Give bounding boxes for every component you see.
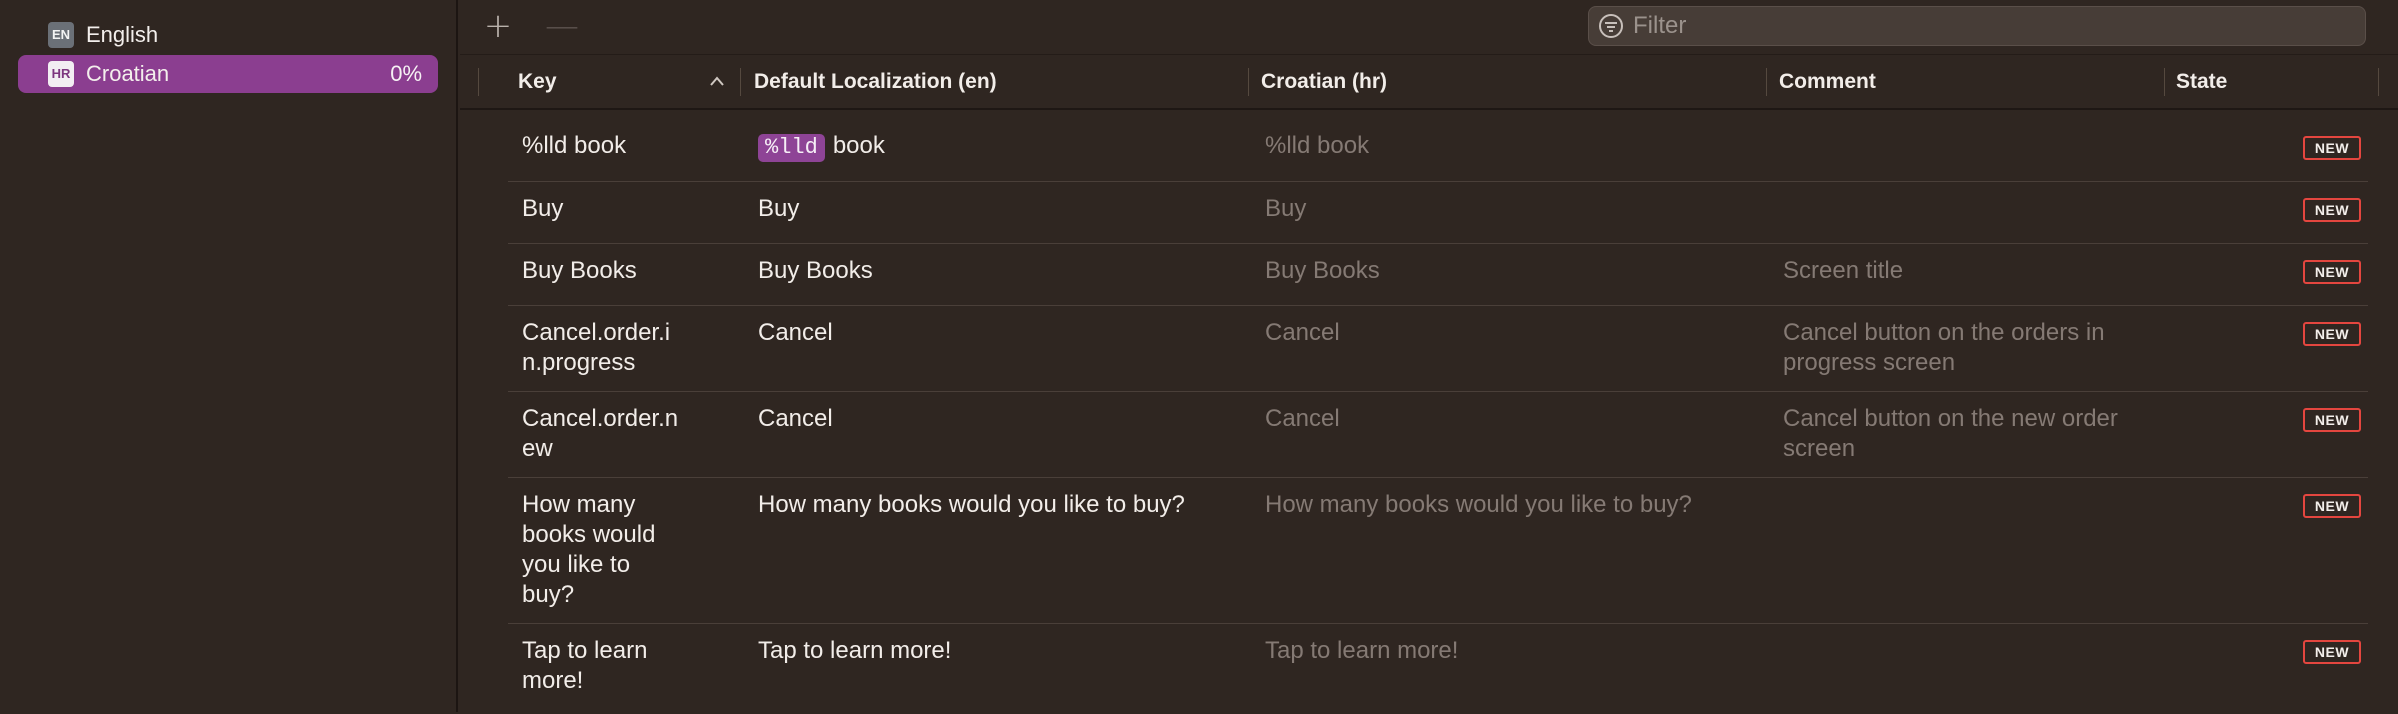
comment-cell[interactable]: Screen title bbox=[1783, 256, 2163, 286]
column-header-key[interactable]: Key bbox=[518, 56, 557, 108]
default-localization-cell[interactable]: Cancel bbox=[758, 318, 1248, 348]
table-row[interactable]: Buy Buy Buy NEW bbox=[460, 182, 2398, 244]
default-localization-cell[interactable]: Cancel bbox=[758, 404, 1248, 434]
table-row[interactable]: How many books would you like to buy? Ho… bbox=[460, 478, 2398, 624]
add-button[interactable]: + bbox=[480, 8, 516, 44]
croatian-cell[interactable]: How many books would you like to buy? bbox=[1265, 490, 1765, 520]
key-cell: %lld book bbox=[522, 132, 627, 159]
key-cell: Buy Books bbox=[522, 257, 637, 284]
filter-input[interactable] bbox=[1633, 12, 2333, 40]
string-catalog-editor: + — Key Default Localization (en) Croati… bbox=[460, 0, 2398, 712]
default-localization-cell[interactable]: Buy bbox=[758, 194, 1248, 224]
comment-cell[interactable]: Cancel button on the new order screen bbox=[1783, 404, 2153, 464]
croatian-cell[interactable]: Buy Books bbox=[1265, 256, 1765, 286]
table-row[interactable]: Tap to learn more! Tap to learn more! Ta… bbox=[460, 624, 2398, 714]
table-row[interactable]: Cancel.order.new Cancel Cancel Cancel bu… bbox=[460, 392, 2398, 478]
plus-icon: + bbox=[483, 6, 513, 46]
format-specifier-token: %lld bbox=[758, 134, 825, 162]
column-header-croatian[interactable]: Croatian (hr) bbox=[1261, 56, 1387, 108]
state-new-badge: NEW bbox=[2303, 198, 2361, 222]
remove-button[interactable]: — bbox=[544, 8, 580, 44]
language-code-badge: EN bbox=[48, 22, 74, 48]
language-name: Croatian bbox=[86, 61, 170, 86]
default-localization-cell[interactable]: %lld book bbox=[758, 131, 1248, 162]
key-cell: Cancel.order.new bbox=[522, 405, 679, 462]
comment-cell[interactable]: Cancel button on the orders in progress … bbox=[1783, 318, 2153, 378]
croatian-cell[interactable]: %lld book bbox=[1265, 131, 1765, 161]
sidebar-item-english[interactable]: EN English bbox=[18, 16, 438, 54]
language-sidebar: EN English HR Croatian 0% bbox=[0, 0, 458, 712]
language-name: English bbox=[86, 22, 159, 47]
table-row[interactable]: Cancel.order.in.progress Cancel Cancel C… bbox=[460, 306, 2398, 392]
default-localization-cell[interactable]: Tap to learn more! bbox=[758, 636, 1248, 666]
croatian-cell[interactable]: Cancel bbox=[1265, 318, 1765, 348]
key-cell: How many books would you like to buy? bbox=[522, 491, 656, 608]
filter-field[interactable] bbox=[1588, 6, 2366, 46]
table-row[interactable]: Buy Books Buy Books Buy Books Screen tit… bbox=[460, 244, 2398, 306]
croatian-cell[interactable]: Buy bbox=[1265, 194, 1765, 224]
sidebar-item-croatian[interactable]: HR Croatian 0% bbox=[18, 55, 438, 93]
default-localization-cell[interactable]: How many books would you like to buy? bbox=[758, 490, 1258, 520]
minus-icon: — bbox=[545, 6, 579, 46]
column-header-default[interactable]: Default Localization (en) bbox=[754, 56, 997, 108]
state-new-badge: NEW bbox=[2303, 260, 2361, 284]
key-cell: Cancel.order.in.progress bbox=[522, 319, 671, 376]
translation-progress: 0% bbox=[390, 61, 422, 86]
state-new-badge: NEW bbox=[2303, 494, 2361, 518]
sort-ascending-icon[interactable] bbox=[710, 76, 724, 86]
column-header-state[interactable]: State bbox=[2176, 56, 2227, 108]
state-new-badge: NEW bbox=[2303, 640, 2361, 664]
state-new-badge: NEW bbox=[2303, 136, 2361, 160]
table-row[interactable]: %lld book %lld book %lld book NEW bbox=[460, 110, 2398, 182]
default-localization-cell[interactable]: Buy Books bbox=[758, 256, 1248, 286]
croatian-cell[interactable]: Tap to learn more! bbox=[1265, 636, 1765, 666]
language-code-badge: HR bbox=[48, 61, 74, 87]
state-new-badge: NEW bbox=[2303, 408, 2361, 432]
key-cell: Tap to learn more! bbox=[522, 637, 648, 694]
filter-icon bbox=[1599, 14, 1623, 38]
croatian-cell[interactable]: Cancel bbox=[1265, 404, 1765, 434]
state-new-badge: NEW bbox=[2303, 322, 2361, 346]
table-header: Key Default Localization (en) Croatian (… bbox=[460, 56, 2398, 110]
toolbar: + — bbox=[460, 0, 2398, 55]
key-cell: Buy bbox=[522, 195, 564, 222]
column-header-comment[interactable]: Comment bbox=[1779, 56, 1876, 108]
